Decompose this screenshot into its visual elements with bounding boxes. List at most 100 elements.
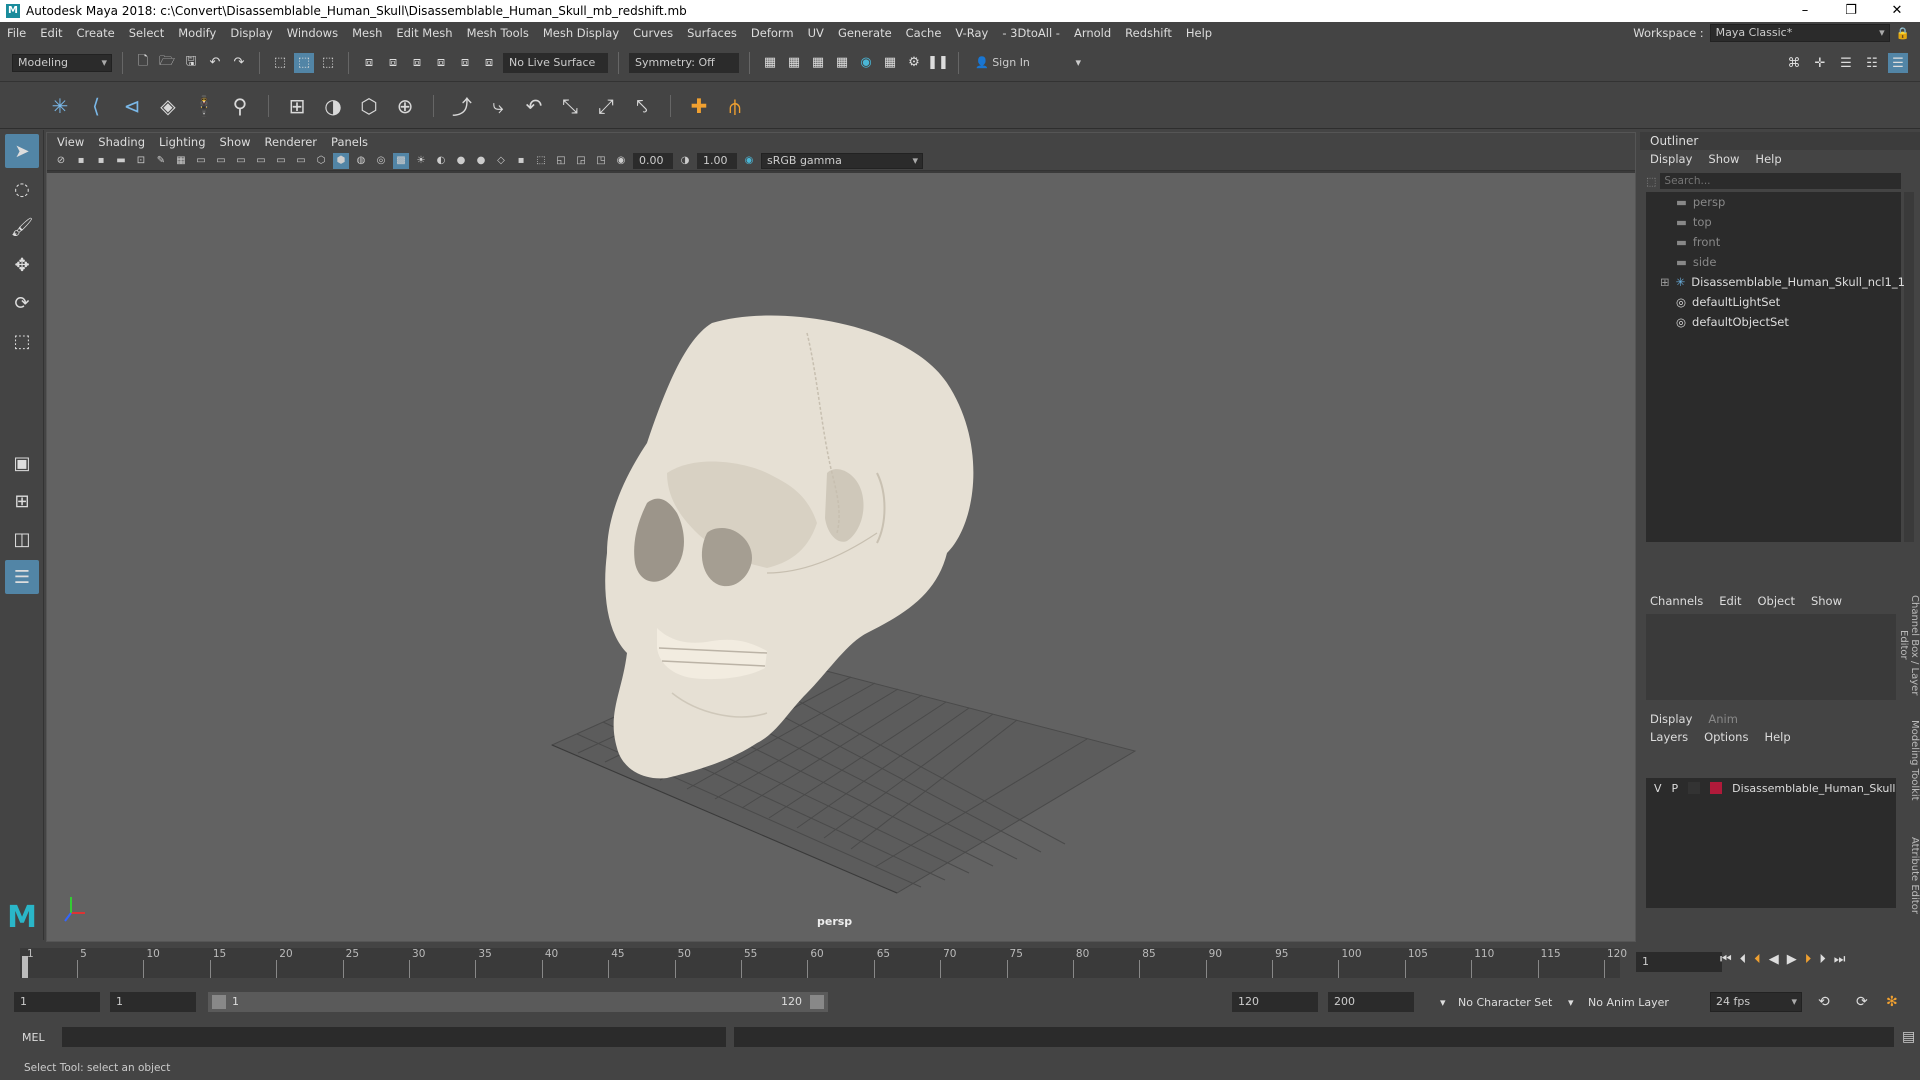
channelbox-menu-show[interactable]: Show	[1811, 594, 1842, 608]
menu-vray[interactable]: V-Ray	[948, 26, 995, 40]
attribute-editor-side-tab[interactable]: Attribute Editor	[1904, 820, 1920, 930]
isolate-select-icon[interactable]: ⬚	[533, 153, 549, 169]
snap-center-icon[interactable]: ⧈	[479, 53, 499, 73]
script-editor-icon[interactable]: ▤	[1902, 1029, 1915, 1045]
select-hierarchy-icon[interactable]: ⬚	[270, 53, 290, 73]
expand-icon[interactable]: ⊞	[1660, 275, 1670, 289]
select-tool-icon[interactable]: ➤	[5, 134, 39, 168]
menu-mesh[interactable]: Mesh	[345, 26, 389, 40]
end-time-field[interactable]: 200	[1328, 992, 1414, 1012]
menu-arnold[interactable]: Arnold	[1067, 26, 1118, 40]
locator-icon[interactable]: ✚	[685, 92, 713, 120]
menu-select[interactable]: Select	[122, 26, 171, 40]
open-scene-icon[interactable]: 🗁	[157, 53, 177, 73]
curve-ep-icon[interactable]: ⤷	[484, 92, 512, 120]
wireframe-icon[interactable]: ⬡	[313, 153, 329, 169]
default-material-icon[interactable]: ◍	[353, 153, 369, 169]
list-item[interactable]: ◎ defaultLightSet	[1646, 292, 1901, 312]
menu-modify[interactable]: Modify	[171, 26, 223, 40]
menu-generate[interactable]: Generate	[831, 26, 899, 40]
paint-select-tool-icon[interactable]: 🖌	[5, 210, 39, 244]
list-item[interactable]: ▬ top	[1646, 212, 1901, 232]
two-pane-layout-icon[interactable]: ◫	[5, 522, 39, 556]
viewport-menu-lighting[interactable]: Lighting	[159, 135, 205, 149]
curve-pencil-icon[interactable]: ⤡	[556, 92, 584, 120]
wrap-icon[interactable]: ⬡	[355, 92, 383, 120]
ik-spline-icon[interactable]: ⊲	[118, 92, 146, 120]
step-forward-key-icon[interactable]: ⏵	[1819, 952, 1826, 967]
use-all-lights-icon[interactable]: ☀	[413, 153, 429, 169]
layer-color-swatch[interactable]	[1710, 782, 1723, 794]
shadows-icon[interactable]: ◐	[433, 153, 449, 169]
select-object-icon[interactable]: ⬚	[294, 52, 314, 73]
tab-display[interactable]: Display	[1650, 712, 1692, 726]
workspace-dropdown[interactable]: Maya Classic*	[1709, 24, 1890, 42]
list-item[interactable]: ▬ persp	[1646, 192, 1901, 212]
anim-layer-dropdown[interactable]: No Anim Layer	[1588, 996, 1669, 1009]
save-scene-icon[interactable]: 🖫	[181, 53, 201, 73]
list-item[interactable]: ◎ defaultObjectSet	[1646, 312, 1901, 332]
curve-bezier-icon[interactable]: ↶	[520, 92, 548, 120]
playback-end-field[interactable]: 120	[1232, 992, 1318, 1012]
redshift-ipr-icon[interactable]: ⚙	[904, 53, 924, 73]
snap-point-icon[interactable]: ⧈	[407, 53, 427, 73]
menu-deform[interactable]: Deform	[744, 26, 801, 40]
step-back-frame-icon[interactable]: ⏴	[1754, 952, 1761, 967]
xray-components-icon[interactable]: ◳	[593, 153, 609, 169]
depth-of-field-icon[interactable]: ▪	[513, 153, 529, 169]
range-start-handle[interactable]	[212, 995, 226, 1009]
anti-aliasing-icon[interactable]: ◇	[493, 153, 509, 169]
safe-action-icon[interactable]: ▭	[273, 153, 289, 169]
motion-blur-icon[interactable]: ●	[473, 153, 489, 169]
snap-plane-icon[interactable]: ⧈	[431, 53, 451, 73]
time-track[interactable]: 1 5 10 15 20 25 30 35 40 45 50 55 60 65 70 75 80 85 90 95 10…	[20, 948, 1627, 978]
screen-space-ao-icon[interactable]: ●	[453, 153, 469, 169]
new-scene-icon[interactable]: 🗋	[133, 53, 153, 73]
attribute-editor-icon[interactable]: ☰	[1836, 53, 1856, 73]
live-surface-field[interactable]: No Live Surface	[503, 52, 608, 73]
step-forward-frame-icon[interactable]: ⏵	[1805, 952, 1812, 967]
layer-menu-help[interactable]: Help	[1764, 730, 1790, 744]
chevron-down-icon[interactable]: ▾	[1440, 996, 1446, 1009]
modeling-toolkit-icon[interactable]: ⌘	[1784, 53, 1804, 73]
menu-set-dropdown[interactable]: Modeling	[12, 53, 112, 72]
2d-pan-zoom-icon[interactable]: ⊡	[133, 153, 149, 169]
lasso-tool-icon[interactable]: ◌	[5, 172, 39, 206]
gamma-field[interactable]: 1.00	[697, 152, 737, 169]
menu-windows[interactable]: Windows	[280, 26, 345, 40]
channel-box-side-tab[interactable]: Channel Box / Layer Editor	[1898, 580, 1920, 710]
current-time-marker[interactable]	[22, 956, 28, 978]
bind-skin-icon[interactable]: ◈	[154, 92, 182, 120]
channelbox-menu-object[interactable]: Object	[1758, 594, 1795, 608]
loop-icon[interactable]: ⟲	[1818, 994, 1830, 1010]
script-mode-label[interactable]: MEL	[22, 1031, 58, 1044]
layer-visibility-toggle[interactable]: V	[1654, 782, 1662, 795]
viewport-menu-renderer[interactable]: Renderer	[265, 135, 318, 149]
character-controls-icon[interactable]: ✛	[1810, 53, 1830, 73]
constraint-icon[interactable]: ⫛	[721, 92, 749, 120]
channel-box-icon[interactable]: ☰	[1888, 53, 1908, 73]
range-bar[interactable]: 1 120	[208, 992, 828, 1012]
gate-mask-icon[interactable]: ▭	[233, 153, 249, 169]
menu-curves[interactable]: Curves	[626, 26, 680, 40]
outliner-menu-show[interactable]: Show	[1708, 152, 1739, 166]
menu-create[interactable]: Create	[70, 26, 122, 40]
xray-joints-icon[interactable]: ◲	[573, 153, 589, 169]
ik-handle-icon[interactable]: ⟨	[82, 92, 110, 120]
play-backwards-icon[interactable]: ◀	[1769, 952, 1779, 967]
menu-edit-mesh[interactable]: Edit Mesh	[389, 26, 459, 40]
hypershade-icon[interactable]: ◉	[856, 53, 876, 73]
outliner-layout-icon[interactable]: ☰	[5, 560, 39, 594]
grease-pencil-icon[interactable]: ✎	[153, 153, 169, 169]
curve-cv-icon[interactable]: ⤴	[448, 92, 476, 120]
viewport-3d[interactable]: persp	[47, 173, 1635, 941]
menu-help[interactable]: Help	[1179, 26, 1219, 40]
redshift-render-icon[interactable]: ▦	[880, 53, 900, 73]
film-gate-icon[interactable]: ▭	[193, 153, 209, 169]
menu-redshift[interactable]: Redshift	[1118, 26, 1179, 40]
step-back-key-icon[interactable]: ⏴	[1740, 952, 1747, 967]
exposure-field[interactable]: 0.00	[633, 152, 673, 169]
layer-type-toggle[interactable]	[1688, 782, 1701, 794]
layer-menu-options[interactable]: Options	[1704, 730, 1748, 744]
scale-tool-icon[interactable]: ⬚	[5, 324, 39, 358]
